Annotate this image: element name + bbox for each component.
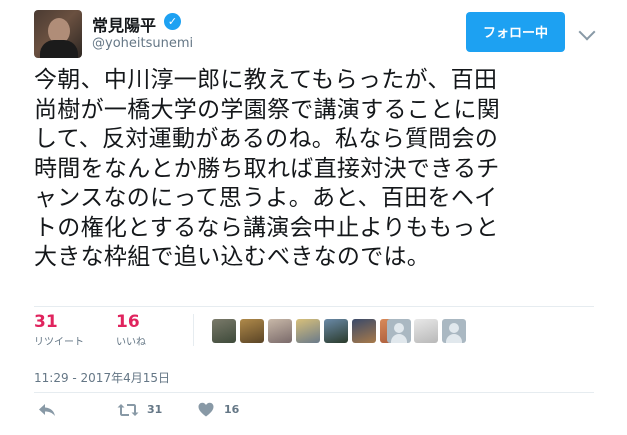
retweet-icon[interactable] <box>117 402 139 418</box>
liker-avatar-default[interactable] <box>387 319 411 343</box>
author-handle[interactable]: @yoheitsunemi <box>92 36 193 51</box>
follow-button[interactable]: フォロー中 <box>466 12 565 52</box>
like-action-count[interactable]: 16 <box>224 403 239 416</box>
like-stat-label[interactable]: いいね <box>116 333 146 348</box>
liker-avatar[interactable] <box>352 319 376 343</box>
divider <box>34 392 594 393</box>
author-avatar[interactable] <box>34 10 82 58</box>
liker-avatar[interactable] <box>296 319 320 343</box>
tweet-timestamp[interactable]: 11:29 - 2017年4月15日 <box>34 369 170 386</box>
tweet-text: 今朝、中川淳一郎に教えてもらったが、百田 尚樹が一橋大学の学園祭で講演することに… <box>34 67 500 270</box>
reply-icon[interactable] <box>38 403 56 417</box>
chevron-down-icon[interactable] <box>578 23 596 41</box>
liker-avatar[interactable] <box>268 319 292 343</box>
author-name[interactable]: 常見陽平 <box>92 12 156 36</box>
liker-avatar[interactable] <box>212 319 236 343</box>
liker-avatar-default[interactable] <box>442 319 466 343</box>
verified-badge-icon: ✓ <box>164 13 181 30</box>
liker-avatar[interactable] <box>324 319 348 343</box>
retweet-action-count[interactable]: 31 <box>147 403 162 416</box>
heart-icon[interactable] <box>198 402 214 417</box>
liker-avatar[interactable] <box>240 319 264 343</box>
retweet-stat-label[interactable]: リツイート <box>34 333 84 348</box>
like-stat-count[interactable]: 16 <box>116 312 140 332</box>
stats-divider <box>193 314 194 346</box>
retweet-stat-count[interactable]: 31 <box>34 312 58 332</box>
liker-avatar[interactable] <box>414 319 438 343</box>
divider <box>34 306 594 307</box>
